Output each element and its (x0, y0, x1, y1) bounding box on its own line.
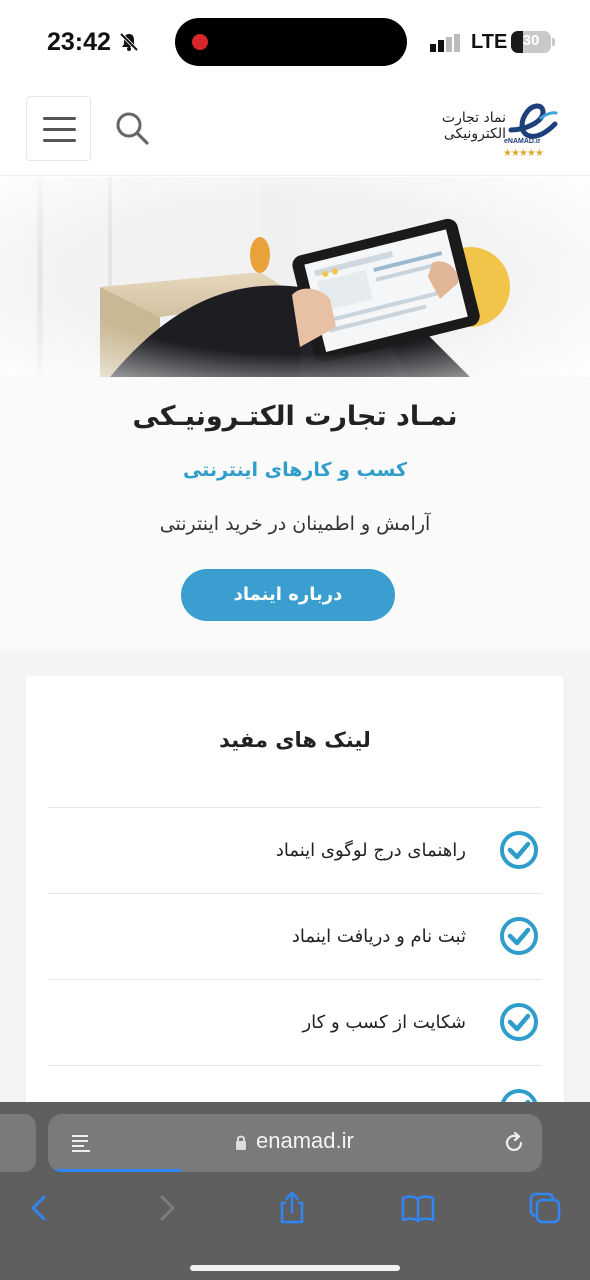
tabs-icon[interactable] (527, 1190, 563, 1226)
useful-link-item[interactable]: راهنمای درج لوگوی اینماد (48, 808, 542, 893)
reload-icon[interactable] (502, 1131, 526, 1155)
bell-muted-icon (119, 32, 139, 52)
recording-indicator (192, 34, 208, 50)
hero-title: نمـاد تجارت الکتـرونیـکی (132, 401, 458, 432)
page-load-progress (48, 1169, 182, 1172)
hero-image (0, 177, 590, 377)
logo-subtext: eNAMAD.ir (504, 138, 541, 145)
useful-link-label[interactable]: ثبت نام و دریافت اینماد (292, 894, 466, 979)
check-circle-icon (500, 1003, 538, 1041)
back-icon[interactable] (22, 1190, 58, 1226)
browser-bottom-bar: enamad.ir (0, 1102, 590, 1280)
useful-link-item[interactable]: ثبت نام و دریافت اینماد (48, 894, 542, 979)
menu-line (43, 128, 76, 131)
cellular-signal-icon (430, 34, 460, 52)
menu-line (43, 117, 76, 120)
hero-section: نمـاد تجارت الکتـرونیـکی کسب و کارهای ای… (0, 377, 590, 649)
hero-photo-illustration (0, 177, 590, 377)
share-icon[interactable] (274, 1190, 310, 1226)
previous-tab-preview[interactable] (0, 1114, 36, 1172)
search-icon[interactable] (114, 110, 150, 146)
site-header: نماد تجارت الکترونیکی eNAMAD.ir ★★★★★ (0, 86, 590, 176)
network-type: LTE (471, 31, 508, 53)
useful-link-item[interactable]: شکایت از کسب و کار (48, 980, 542, 1065)
useful-links-title: لینک های مفید (219, 728, 371, 752)
logo-text: نماد تجارت الکترونیکی (441, 110, 506, 142)
home-indicator[interactable] (190, 1265, 400, 1271)
menu-line (43, 139, 76, 142)
battery-tip (552, 38, 555, 46)
useful-link-label[interactable]: شکایت از کسب و کار (302, 980, 466, 1065)
check-circle-icon (500, 831, 538, 869)
battery-percent: 30 (522, 32, 540, 49)
check-circle-icon (500, 917, 538, 955)
lock-icon (236, 1135, 246, 1150)
dynamic-island (175, 18, 407, 66)
hero-description: آرامش و اطمینان در خرید اینترنتی (159, 513, 431, 535)
reader-mode-icon[interactable] (70, 1132, 92, 1154)
address-bar[interactable]: enamad.ir (48, 1114, 542, 1172)
browser-toolbar (0, 1184, 590, 1234)
useful-links-card: لینک های مفید راهنمای درج لوگوی اینماد ث… (26, 676, 564, 1116)
useful-link-label[interactable]: راهنمای درج لوگوی اینماد (276, 808, 466, 893)
logo-stars: ★★★★★ (503, 148, 544, 159)
bookmarks-icon[interactable] (400, 1190, 436, 1226)
status-time: 23:42 (47, 28, 111, 56)
url-text[interactable]: enamad.ir (256, 1128, 354, 1154)
hero-subtitle: کسب و کارهای اینترنتی (182, 459, 408, 481)
hamburger-menu-button[interactable] (26, 96, 91, 161)
forward-icon[interactable] (148, 1190, 184, 1226)
battery-icon: 30 (511, 31, 551, 53)
about-enamad-button[interactable]: درباره اینماد (181, 569, 395, 621)
status-bar: 23:42 LTE 30 (0, 0, 590, 86)
